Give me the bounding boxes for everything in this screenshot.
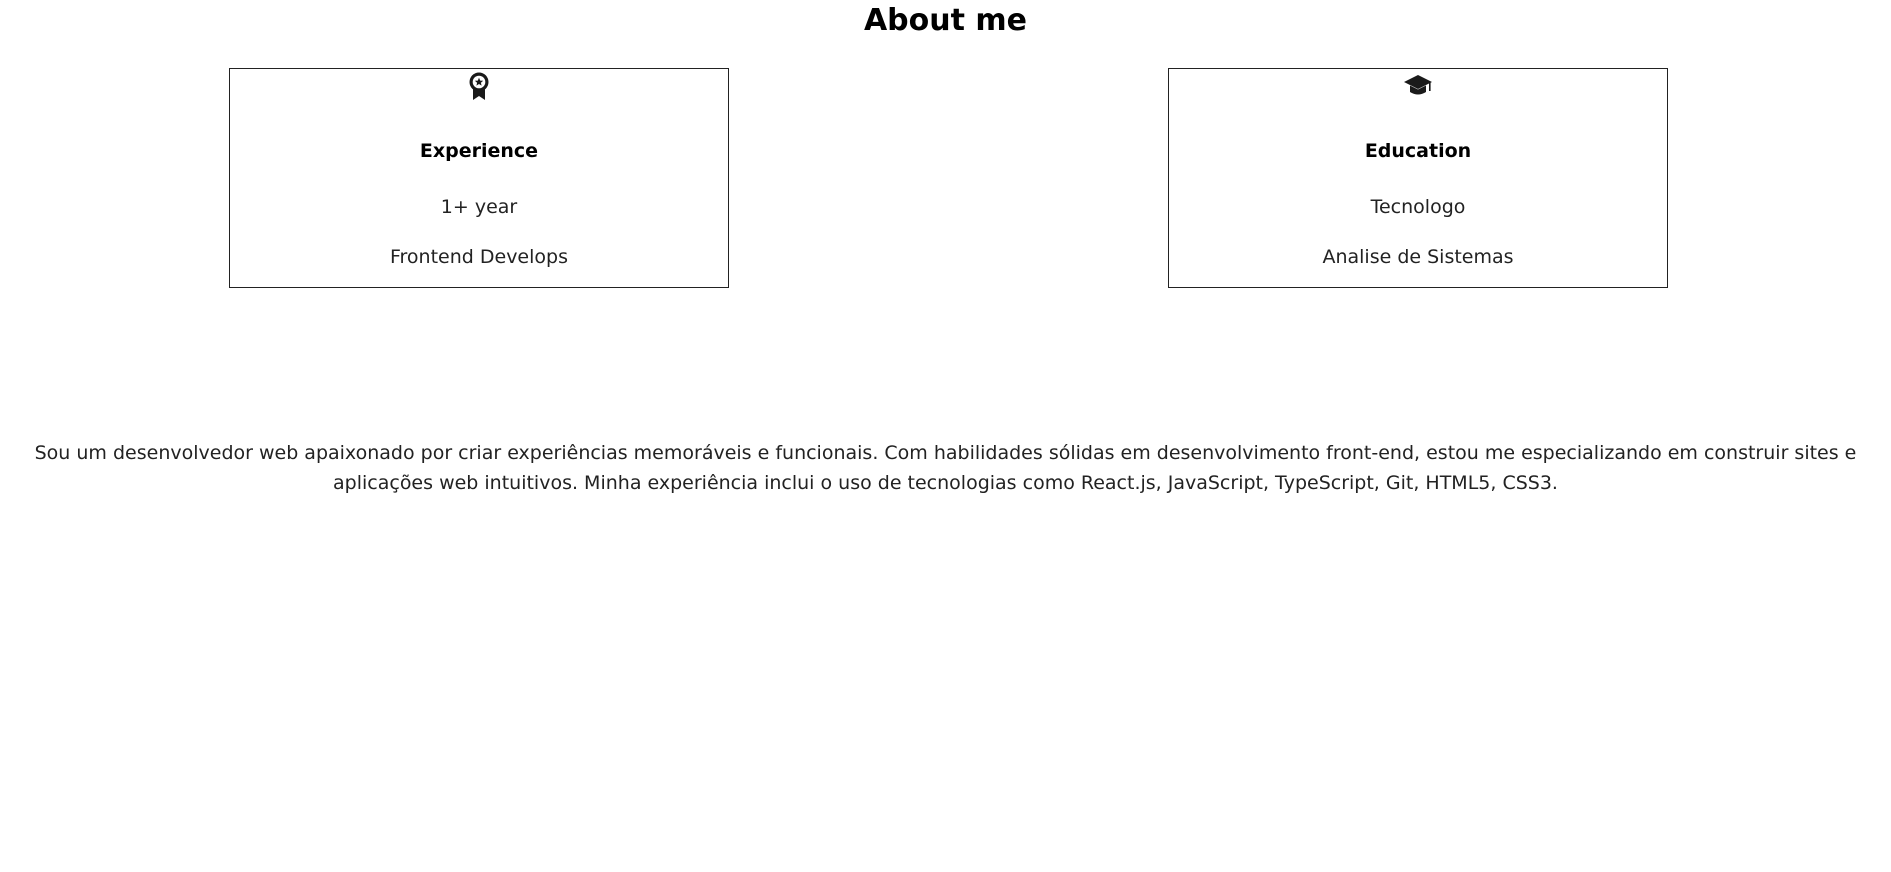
experience-title: Experience (419, 140, 539, 162)
bio-paragraph: Sou um desenvolvedor web apaixonado por … (34, 442, 1857, 494)
award-medal-icon (230, 71, 728, 101)
education-course: Analise de Sistemas (1322, 246, 1514, 268)
education-card: Education Tecnologo Analise de Sistemas (1168, 68, 1668, 288)
graduation-cap-icon (1169, 71, 1667, 101)
experience-duration: 1+ year (440, 196, 518, 218)
experience-role: Frontend Develops (389, 246, 568, 268)
page-title: About me (863, 3, 1028, 38)
education-title: Education (1364, 140, 1472, 162)
experience-card: Experience 1+ year Frontend Develops (229, 68, 729, 288)
education-degree: Tecnologo (1370, 196, 1466, 218)
